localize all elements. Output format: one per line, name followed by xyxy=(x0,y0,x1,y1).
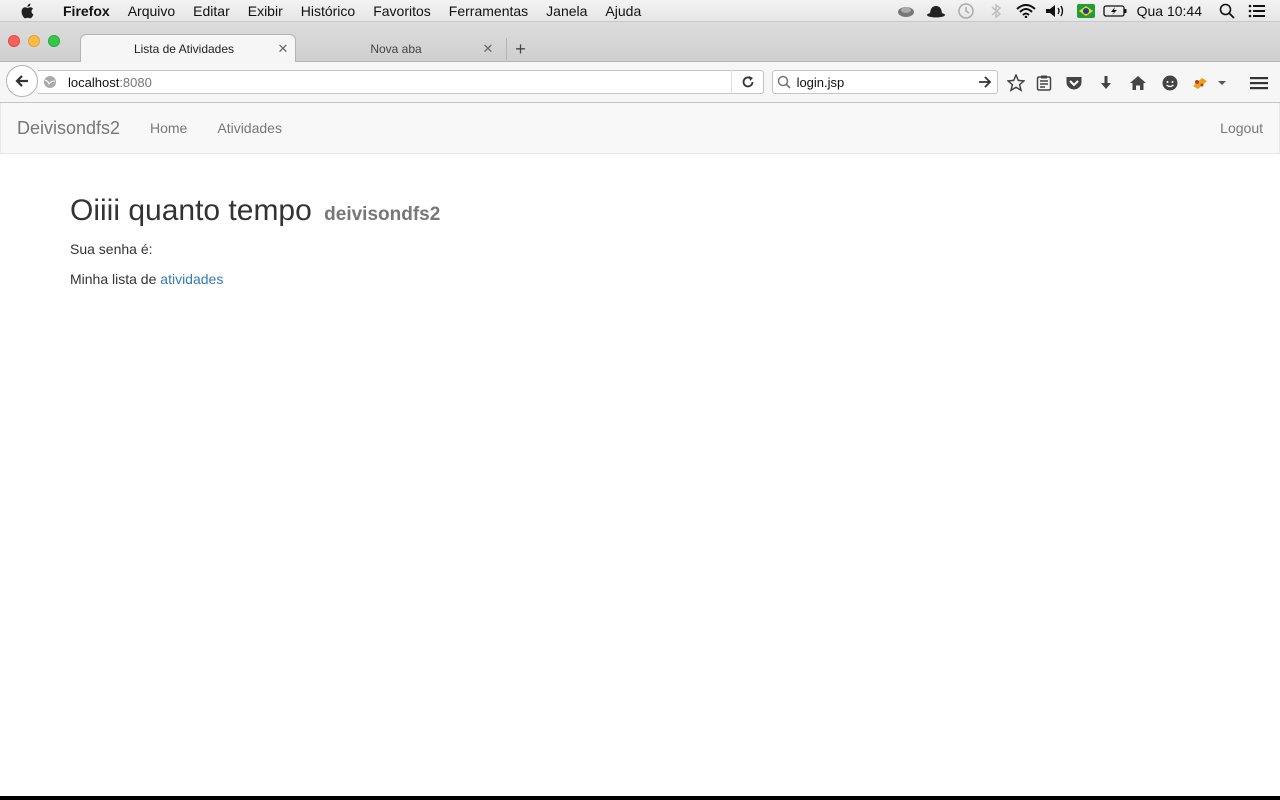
reload-icon xyxy=(742,76,753,88)
home-icon[interactable] xyxy=(1127,72,1149,94)
time-machine-icon[interactable] xyxy=(951,2,981,20)
bowler-hat-icon[interactable] xyxy=(921,4,951,18)
logout-link[interactable]: Logout xyxy=(1220,120,1279,136)
macos-menubar: Firefox Arquivo Editar Exibir Histórico … xyxy=(0,0,1280,22)
tab-lista-de-atividades[interactable]: Lista de Atividades ✕ xyxy=(80,34,296,63)
battery-icon[interactable] xyxy=(1101,4,1131,18)
extension-dropdown-icon[interactable] xyxy=(1211,72,1233,94)
browser-toolbar: localhost:8080 xyxy=(0,62,1280,103)
menu-ajuda[interactable]: Ajuda xyxy=(596,3,650,19)
url-bar[interactable]: localhost:8080 xyxy=(38,70,764,94)
volume-icon[interactable] xyxy=(1041,4,1071,18)
activity-list-prefix: Minha lista de xyxy=(70,271,157,287)
spotlight-search-icon[interactable] xyxy=(1212,3,1242,19)
search-bar[interactable] xyxy=(772,70,998,94)
back-arrow-icon xyxy=(15,75,28,87)
url-text[interactable]: localhost:8080 xyxy=(62,75,731,90)
window-close-button[interactable] xyxy=(8,35,20,47)
window-zoom-button[interactable] xyxy=(48,35,60,47)
site-brand[interactable]: Deivisondfs2 xyxy=(1,118,135,139)
password-line: Sua senha é: xyxy=(70,239,440,259)
wifi-icon[interactable] xyxy=(1011,3,1041,18)
hamburger-menu-icon[interactable] xyxy=(1248,72,1270,94)
browser-tab-strip: Lista de Atividades ✕ Nova aba ✕ + xyxy=(0,22,1280,63)
brazil-flag-icon[interactable] xyxy=(1071,3,1101,18)
pocket-icon[interactable] xyxy=(1063,72,1085,94)
tab-title: Lista de Atividades xyxy=(133,42,235,56)
menu-historico[interactable]: Histórico xyxy=(292,3,364,19)
greeting-text: Oiiii quanto tempo xyxy=(70,194,312,227)
menu-app-name[interactable]: Firefox xyxy=(54,3,119,19)
search-go-button[interactable] xyxy=(973,75,997,89)
notification-center-icon[interactable] xyxy=(1242,4,1272,18)
main-content: Oiiii quanto tempo deivisondfs2 Sua senh… xyxy=(70,194,440,289)
extension-icon[interactable] xyxy=(1189,72,1211,94)
page-title: Oiiii quanto tempo deivisondfs2 xyxy=(70,194,440,227)
download-icon[interactable] xyxy=(1095,72,1117,94)
menu-editar[interactable]: Editar xyxy=(184,3,239,19)
menu-exibir[interactable]: Exibir xyxy=(239,3,292,19)
clock[interactable]: Qua 10:44 xyxy=(1131,3,1212,19)
bookmark-star-icon[interactable] xyxy=(1005,72,1027,94)
password-label: Sua senha é: xyxy=(70,241,153,257)
activities-link[interactable]: atividades xyxy=(160,271,223,287)
menu-ferramentas[interactable]: Ferramentas xyxy=(440,3,537,19)
bluetooth-icon[interactable] xyxy=(981,3,1011,19)
site-navbar: Deivisondfs2 Home Atividades Logout xyxy=(0,103,1280,154)
username: deivisondfs2 xyxy=(324,204,441,225)
tab-close-icon[interactable]: ✕ xyxy=(271,41,295,57)
nav-link-home[interactable]: Home xyxy=(135,120,202,136)
back-button[interactable] xyxy=(6,65,38,97)
menu-favoritos[interactable]: Favoritos xyxy=(364,3,440,19)
tab-close-icon[interactable]: ✕ xyxy=(476,41,500,57)
url-port: :8080 xyxy=(119,74,152,90)
search-icon xyxy=(773,75,796,89)
tab-title: Nova aba xyxy=(370,41,422,56)
reload-button[interactable] xyxy=(731,70,763,94)
cloud-drive-icon[interactable] xyxy=(891,4,921,18)
tab-nova-aba[interactable]: Nova aba ✕ xyxy=(300,34,500,63)
activity-list-line: Minha lista de atividades xyxy=(70,269,440,289)
reading-list-icon[interactable] xyxy=(1033,72,1055,94)
search-input[interactable] xyxy=(795,74,973,90)
window-minimize-button[interactable] xyxy=(28,35,40,47)
new-tab-button[interactable]: + xyxy=(506,38,534,60)
apple-icon[interactable] xyxy=(0,3,54,19)
hello-chat-icon[interactable] xyxy=(1159,72,1181,94)
globe-icon[interactable] xyxy=(38,75,62,89)
nav-link-atividades[interactable]: Atividades xyxy=(202,120,297,136)
page-viewport: Deivisondfs2 Home Atividades Logout Oiii… xyxy=(0,103,1280,796)
url-host: localhost xyxy=(68,74,120,90)
arrow-right-icon xyxy=(978,76,992,88)
menu-arquivo[interactable]: Arquivo xyxy=(119,3,184,19)
menu-janela[interactable]: Janela xyxy=(537,3,596,19)
